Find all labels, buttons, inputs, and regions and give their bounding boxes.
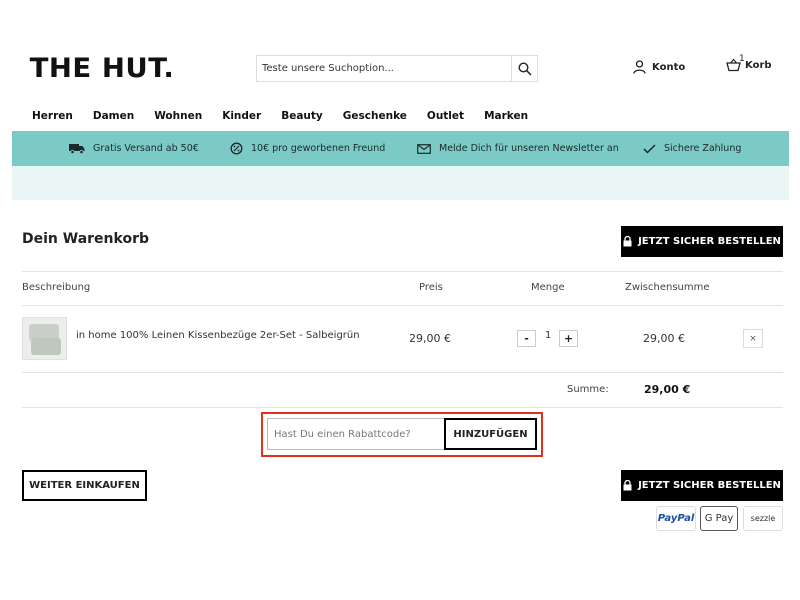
search-button[interactable] (511, 56, 537, 81)
product-price: 29,00 € (409, 332, 451, 345)
user-icon (633, 60, 646, 74)
lock-icon (623, 236, 632, 247)
checkout-label: JETZT SICHER BESTELLEN (638, 236, 781, 247)
remove-item-button[interactable]: × (743, 329, 763, 348)
nav-item-marken[interactable]: Marken (484, 110, 528, 122)
product-subtotal: 29,00 € (643, 332, 685, 345)
discount-code-input[interactable] (267, 418, 445, 450)
apply-discount-button[interactable]: HINZUFÜGEN (444, 418, 537, 450)
nav-item-wohnen[interactable]: Wohnen (154, 110, 202, 122)
nav-item-herren[interactable]: Herren (32, 110, 73, 122)
usp-item-referral[interactable]: 10€ pro geworbenen Freund (230, 142, 385, 155)
product-name[interactable]: in home 100% Leinen Kissenbezüge 2er-Set… (76, 330, 360, 341)
envelope-icon (417, 143, 431, 154)
nav-item-geschenke[interactable]: Geschenke (343, 110, 407, 122)
usp-text-newsletter: Melde Dich für unseren Newsletter an (439, 143, 619, 154)
sezzle-logo: sezzle (743, 506, 783, 531)
usp-item-newsletter[interactable]: Melde Dich für unseren Newsletter an (417, 143, 619, 154)
total-label: Summe: (567, 384, 609, 395)
nav-item-damen[interactable]: Damen (93, 110, 134, 122)
page-title: Dein Warenkorb (22, 231, 149, 247)
usp-text-referral: 10€ pro geworbenen Freund (251, 143, 386, 154)
usp-text-shipping: Gratis Versand ab 50€ (93, 143, 199, 154)
discount-badge-icon (230, 142, 243, 155)
column-header-subtotal: Zwischensumme (625, 282, 710, 293)
usp-text-payment: Sichere Zahlung (664, 143, 742, 154)
basket-link[interactable]: 1 Korb (726, 54, 772, 72)
lock-icon (623, 480, 632, 491)
divider (22, 305, 783, 306)
divider (22, 407, 783, 408)
account-link[interactable]: Konto (633, 60, 685, 74)
column-header-quantity: Menge (531, 282, 565, 293)
account-label: Konto (652, 61, 686, 73)
checkout-button-bottom[interactable]: JETZT SICHER BESTELLEN (621, 470, 783, 501)
divider (22, 372, 783, 373)
main-nav: Herren Damen Wohnen Kinder Beauty Gesche… (32, 110, 548, 122)
paypal-logo: PayPal (656, 506, 696, 531)
logo[interactable]: THE HUT. (30, 54, 175, 84)
column-header-price: Preis (419, 282, 443, 293)
quantity-decrease-button[interactable]: - (517, 330, 536, 347)
nav-item-kinder[interactable]: Kinder (222, 110, 261, 122)
usp-item-shipping[interactable]: Gratis Versand ab 50€ (69, 143, 199, 154)
checkmark-icon (643, 143, 656, 154)
checkout-label: JETZT SICHER BESTELLEN (638, 480, 781, 491)
search-bar (256, 55, 538, 82)
google-pay-logo: G Pay (700, 506, 738, 531)
promo-band (12, 166, 789, 200)
quantity-value[interactable]: 1 (545, 330, 551, 341)
truck-icon (69, 144, 85, 154)
column-header-description: Beschreibung (22, 282, 91, 293)
usp-item-payment[interactable]: Sichere Zahlung (643, 143, 741, 154)
total-value: 29,00 € (644, 383, 691, 396)
search-icon (517, 61, 532, 76)
quantity-increase-button[interactable]: + (559, 330, 578, 347)
divider (22, 271, 783, 272)
usp-bar: Gratis Versand ab 50€ 10€ pro geworbenen… (12, 131, 789, 166)
checkout-button-top[interactable]: JETZT SICHER BESTELLEN (621, 226, 783, 257)
product-image[interactable] (22, 317, 67, 360)
continue-shopping-button[interactable]: WEITER EINKAUFEN (22, 470, 147, 501)
nav-item-outlet[interactable]: Outlet (427, 110, 464, 122)
basket-count: 1 (739, 54, 745, 64)
nav-item-beauty[interactable]: Beauty (281, 110, 323, 122)
search-input[interactable] (257, 56, 511, 81)
basket-label: Korb (745, 59, 772, 71)
